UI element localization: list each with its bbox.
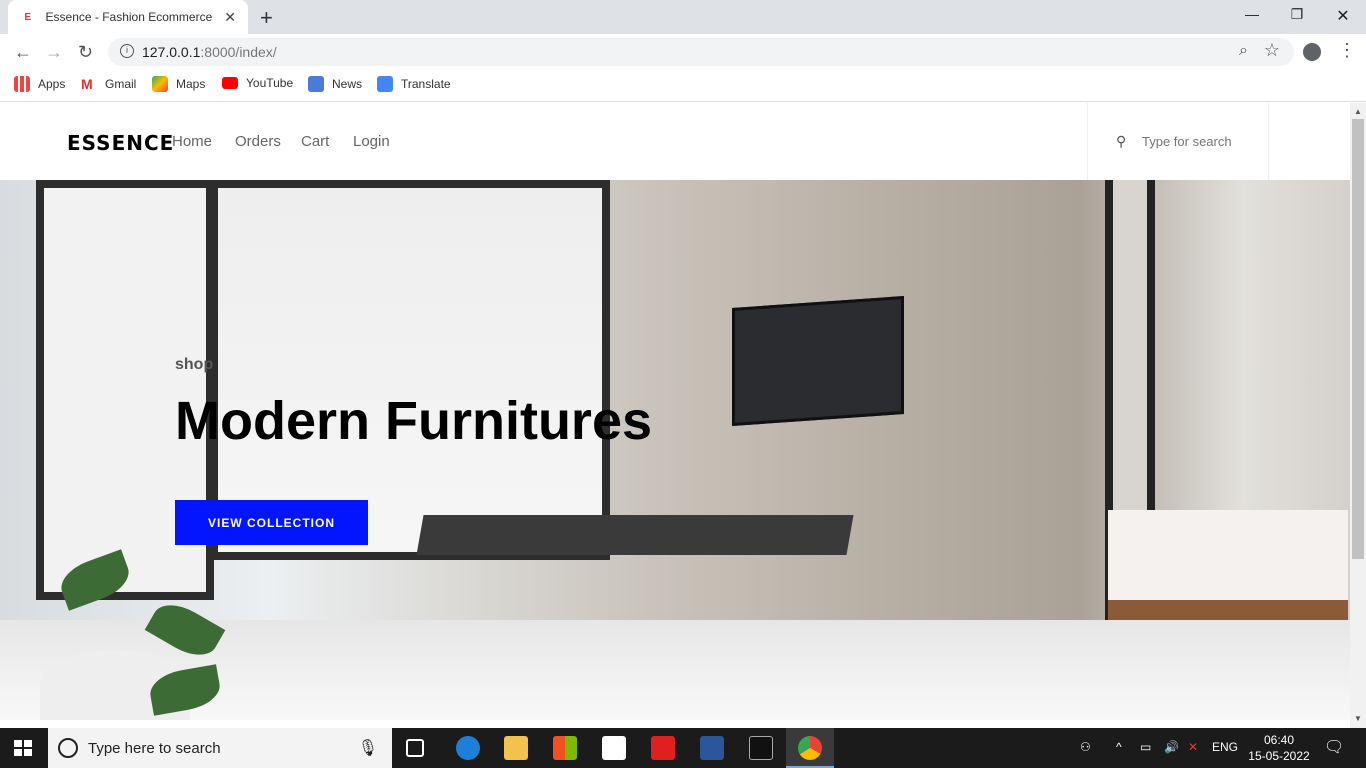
taskbar-clock[interactable]: 06:40 15-05-2022 — [1248, 732, 1310, 764]
reload-icon[interactable]: ↻ — [78, 42, 93, 63]
address-bar[interactable]: i 127.0.0.1:8000/index/ ⌕ ☆ — [108, 38, 1294, 66]
browser-toolbar: ← → ↻ i 127.0.0.1:8000/index/ ⌕ ☆ ⋮ — [0, 34, 1366, 70]
browser-tab[interactable]: E Essence - Fashion Ecommerce Template ✕ — [8, 0, 248, 34]
battery-icon[interactable]: ▭ — [1140, 740, 1151, 754]
youtube-icon — [222, 77, 238, 89]
file-explorer-icon[interactable] — [504, 736, 528, 760]
people-icon[interactable]: ⚇ — [1080, 740, 1091, 754]
apps-grid-icon — [14, 76, 30, 92]
bookmark-label: Apps — [38, 77, 66, 91]
bookmark-gmail[interactable]: M Gmail — [81, 76, 136, 92]
bookmark-translate[interactable]: Translate — [377, 76, 451, 92]
zoom-icon[interactable]: ⌕ — [1239, 42, 1248, 60]
bookmark-youtube[interactable]: YouTube — [222, 76, 293, 90]
search-input[interactable] — [1142, 131, 1262, 151]
taskbar-search[interactable]: Type here to search 🎙 — [48, 728, 392, 768]
site-search: ⚲ — [1087, 103, 1269, 180]
bookmark-maps[interactable]: Maps — [152, 76, 205, 92]
edge-icon[interactable] — [456, 736, 480, 760]
translate-icon — [377, 76, 393, 92]
browser-tab-strip: E Essence - Fashion Ecommerce Template ✕… — [0, 0, 1366, 34]
nav-orders[interactable]: Orders — [235, 133, 281, 150]
bookmark-apps[interactable]: Apps — [14, 76, 65, 92]
restore-button[interactable]: ❐ — [1277, 6, 1317, 23]
page-scrollbar[interactable]: ▲ ▼ — [1350, 103, 1366, 728]
close-window-button[interactable]: ✕ — [1323, 6, 1363, 26]
nav-cart[interactable]: Cart — [301, 133, 329, 150]
windows-taskbar: Type here to search 🎙 ⚇ ^ ▭ 🔊 ✕ ENG 06:4… — [0, 728, 1366, 768]
site-favicon-icon: E — [24, 11, 32, 23]
bookmark-label: News — [332, 77, 363, 91]
hero-title: Modern Furnitures — [175, 391, 653, 451]
scroll-down-icon[interactable]: ▼ — [1354, 714, 1362, 723]
scroll-up-icon[interactable]: ▲ — [1354, 107, 1362, 116]
cortana-icon — [58, 738, 78, 758]
minimize-button[interactable]: — — [1232, 6, 1272, 22]
network-icon[interactable]: ✕ — [1188, 740, 1198, 754]
bookmark-star-icon[interactable]: ☆ — [1264, 40, 1280, 61]
hero-table — [416, 515, 854, 555]
search-icon[interactable]: ⚲ — [1116, 133, 1126, 150]
chrome-icon — [798, 736, 822, 760]
site-logo[interactable]: ESSENCE — [67, 131, 174, 155]
hero-eyebrow: shop — [175, 356, 214, 373]
bookmarks-bar: Apps M Gmail Maps YouTube News Translate — [0, 70, 1366, 102]
hero-bed — [1108, 510, 1348, 620]
bookmark-label: YouTube — [246, 76, 294, 90]
terminal-icon[interactable] — [749, 736, 773, 760]
url-path: :8000/index/ — [200, 44, 277, 60]
volume-icon[interactable]: 🔊 — [1164, 740, 1179, 754]
web-page: ESSENCE Home Orders Cart Login ⚲ shop Mo… — [0, 103, 1350, 720]
nav-login[interactable]: Login — [353, 133, 390, 150]
url-host: 127.0.0.1 — [142, 44, 201, 60]
profile-avatar-icon[interactable] — [1303, 43, 1321, 61]
url-text[interactable]: 127.0.0.1:8000/index/ — [142, 44, 277, 60]
clock-time: 06:40 — [1263, 733, 1295, 747]
tab-title: Essence - Fashion Ecommerce Template — [45, 10, 215, 24]
clock-date: 15-05-2022 — [1248, 749, 1310, 763]
language-indicator[interactable]: ENG — [1212, 740, 1238, 754]
notifications-icon[interactable]: 🗨 — [1324, 737, 1344, 757]
nav-home[interactable]: Home — [172, 133, 212, 150]
task-view-icon[interactable] — [406, 739, 424, 757]
taskbar-search-placeholder: Type here to search — [88, 740, 221, 757]
back-arrow-icon[interactable]: ← — [14, 42, 32, 63]
maps-icon — [152, 76, 168, 92]
word-icon[interactable] — [700, 736, 724, 760]
browser-menu-icon[interactable]: ⋮ — [1338, 40, 1356, 61]
close-tab-icon[interactable]: ✕ — [224, 9, 236, 26]
store-icon[interactable] — [553, 736, 577, 760]
mail-icon[interactable] — [602, 736, 626, 760]
bookmark-label: Translate — [401, 77, 451, 91]
scroll-thumb[interactable] — [1352, 119, 1364, 559]
acrobat-icon[interactable] — [651, 736, 675, 760]
bookmark-news[interactable]: News — [308, 76, 362, 92]
new-tab-button[interactable]: + — [260, 5, 273, 31]
bookmark-label: Gmail — [105, 77, 137, 91]
news-icon — [308, 76, 324, 92]
forward-arrow-icon[interactable]: → — [45, 42, 63, 63]
chrome-taskbar-active[interactable] — [786, 728, 834, 768]
gmail-icon: M — [81, 76, 93, 92]
hero-banner: shop Modern Furnitures VIEW COLLECTION — [0, 180, 1350, 720]
tray-expand-icon[interactable]: ^ — [1116, 740, 1122, 754]
site-info-icon[interactable]: i — [120, 44, 134, 58]
windows-start-icon[interactable] — [14, 740, 32, 756]
microphone-icon[interactable]: 🎙 — [358, 738, 378, 758]
view-collection-button[interactable]: VIEW COLLECTION — [175, 500, 368, 545]
hero-tv — [732, 295, 904, 427]
bookmark-label: Maps — [176, 77, 206, 91]
site-header: ESSENCE Home Orders Cart Login ⚲ — [0, 103, 1350, 180]
